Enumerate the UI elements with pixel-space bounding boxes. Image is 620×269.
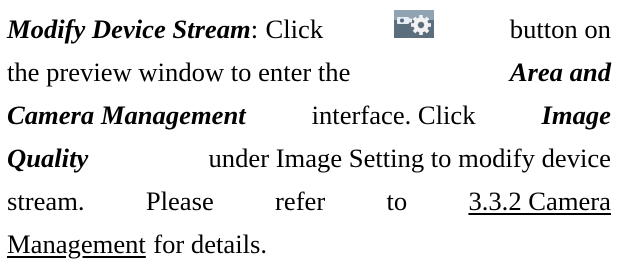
colon: : [250,14,259,44]
line-2: the preview window to enter the Area and [7,51,611,94]
line-5: stream. Please refer to 3.3.2 Camera [7,180,611,223]
word-refer: refer [275,186,326,216]
camera-management-link-part-1[interactable]: 3.3.2 Camera [468,180,611,223]
camera-management-link-part-2[interactable]: Management [7,223,146,266]
term-image: Image [541,100,611,130]
word-to: to [386,186,408,216]
line-4-text: under Image Setting to modify device [208,143,612,173]
line-4: Quality under Image Setting to modify de… [7,137,611,180]
line-2-text: the preview window to enter the [7,57,351,87]
term-modify-device-stream: Modify Device Stream [7,14,251,44]
click-word: Click [265,14,324,44]
line-1-left: Modify Device Stream: Click [7,8,323,51]
term-camera-management: Camera Management [7,100,246,130]
document-paragraph: Modify Device Stream: Click button on th… [0,0,620,269]
line-3: Camera Management interface. Click Image [7,94,611,137]
button-on-text: button on [509,14,611,44]
line-6: Management for details. [7,223,611,266]
term-quality: Quality [7,143,89,173]
word-stream: stream. [7,186,85,216]
camera-gear-icon [394,10,435,38]
line-6-text: for details. [153,229,267,259]
word-please: Please [145,186,214,216]
line-1: Modify Device Stream: Click button on [7,8,611,51]
line-3-text: interface. Click [311,100,476,130]
term-area-and: Area and [509,57,611,87]
